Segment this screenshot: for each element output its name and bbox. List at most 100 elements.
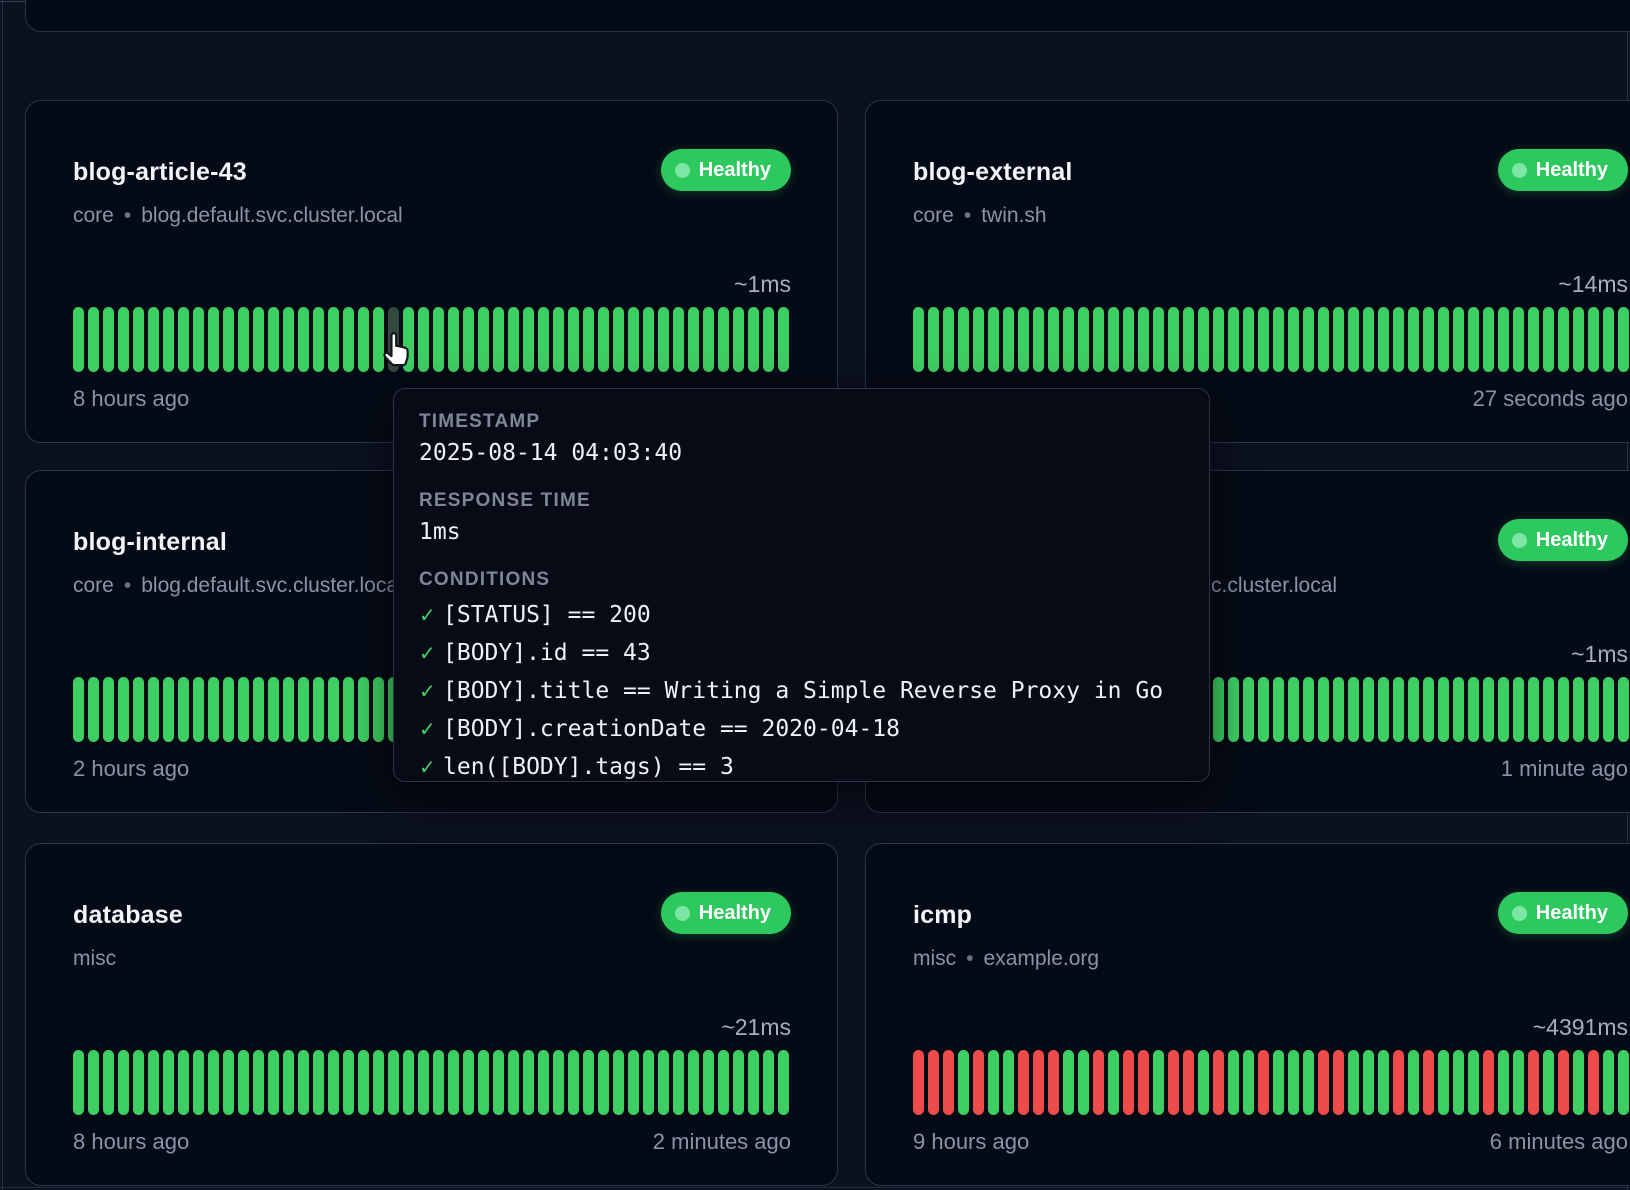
uptime-bar[interactable] [1588,1050,1599,1115]
uptime-bar[interactable] [1603,1050,1614,1115]
uptime-bar[interactable] [1483,1050,1494,1115]
uptime-bars[interactable] [73,307,789,372]
uptime-bar[interactable] [358,677,369,742]
uptime-bar[interactable] [1243,307,1254,372]
uptime-bar[interactable] [253,307,264,372]
uptime-bar[interactable] [703,1050,714,1115]
uptime-bar[interactable] [118,677,129,742]
uptime-bar[interactable] [1543,307,1554,372]
uptime-bar[interactable] [1138,1050,1149,1115]
uptime-bar[interactable] [973,1050,984,1115]
uptime-bar[interactable] [1228,307,1239,372]
uptime-bar[interactable] [103,307,114,372]
uptime-bar[interactable] [1588,677,1599,742]
uptime-bar[interactable] [1543,1050,1554,1115]
uptime-bar[interactable] [1348,307,1359,372]
uptime-bar[interactable] [148,1050,159,1115]
uptime-bar[interactable] [778,307,789,372]
uptime-bar[interactable] [388,1050,399,1115]
uptime-bar[interactable] [1363,307,1374,372]
uptime-bar[interactable] [568,307,579,372]
uptime-bar[interactable] [943,307,954,372]
uptime-bar[interactable] [1468,307,1479,372]
uptime-bar[interactable] [328,677,339,742]
uptime-bar[interactable] [313,677,324,742]
uptime-bar[interactable] [628,307,639,372]
uptime-bar[interactable] [1453,1050,1464,1115]
uptime-bar[interactable] [1453,677,1464,742]
uptime-bar[interactable] [1453,307,1464,372]
uptime-bar[interactable] [298,677,309,742]
uptime-bar[interactable] [1063,307,1074,372]
uptime-bar[interactable] [1078,1050,1089,1115]
uptime-bar[interactable] [1303,677,1314,742]
service-card-database[interactable]: database Healthy misc ~21ms 8 hours ago … [25,843,838,1186]
uptime-bar[interactable] [133,1050,144,1115]
uptime-bar[interactable] [1378,307,1389,372]
uptime-bar[interactable] [1378,677,1389,742]
uptime-bar[interactable] [343,677,354,742]
uptime-bar[interactable] [193,677,204,742]
uptime-bar[interactable] [1288,1050,1299,1115]
uptime-bar[interactable] [463,307,474,372]
uptime-bar[interactable] [223,307,234,372]
uptime-bar[interactable] [1513,1050,1524,1115]
uptime-bar[interactable] [1333,677,1344,742]
uptime-bar[interactable] [1093,1050,1104,1115]
uptime-bar[interactable] [1318,1050,1329,1115]
uptime-bar[interactable] [1273,307,1284,372]
uptime-bar[interactable] [673,1050,684,1115]
uptime-bar[interactable] [1183,1050,1194,1115]
uptime-bar[interactable] [1513,307,1524,372]
uptime-bar[interactable] [688,307,699,372]
uptime-bar[interactable] [1558,677,1569,742]
uptime-bar[interactable] [1213,307,1224,372]
uptime-bar[interactable] [343,1050,354,1115]
uptime-bar[interactable] [1498,1050,1509,1115]
uptime-bar[interactable] [478,1050,489,1115]
uptime-bar[interactable] [1393,677,1404,742]
uptime-bar[interactable] [298,1050,309,1115]
uptime-bar[interactable] [1363,1050,1374,1115]
uptime-bar[interactable] [568,1050,579,1115]
uptime-bar[interactable] [493,1050,504,1115]
uptime-bar[interactable] [178,307,189,372]
uptime-bar[interactable] [358,1050,369,1115]
uptime-bar[interactable] [1018,307,1029,372]
uptime-bar[interactable] [583,1050,594,1115]
uptime-bar[interactable] [1213,677,1224,742]
uptime-bar[interactable] [553,1050,564,1115]
uptime-bar[interactable] [1498,677,1509,742]
uptime-bar[interactable] [1138,307,1149,372]
uptime-bar[interactable] [178,677,189,742]
uptime-bar[interactable] [1078,307,1089,372]
uptime-bar[interactable] [418,1050,429,1115]
uptime-bar[interactable] [433,307,444,372]
uptime-bar[interactable] [763,307,774,372]
uptime-bar[interactable] [88,1050,99,1115]
uptime-bar[interactable] [1498,307,1509,372]
uptime-bar[interactable] [1423,677,1434,742]
uptime-bar[interactable] [1603,677,1614,742]
uptime-bar[interactable] [1258,1050,1269,1115]
uptime-bar[interactable] [208,307,219,372]
uptime-bar[interactable] [1438,307,1449,372]
uptime-bar[interactable] [1573,1050,1584,1115]
uptime-bar[interactable] [1048,1050,1059,1115]
uptime-bar[interactable] [1063,1050,1074,1115]
uptime-bar[interactable] [1528,1050,1539,1115]
uptime-bar[interactable] [1018,1050,1029,1115]
uptime-bar[interactable] [1348,1050,1359,1115]
uptime-bar[interactable] [1303,1050,1314,1115]
uptime-bars[interactable] [913,307,1629,372]
uptime-bar[interactable] [1243,1050,1254,1115]
uptime-bar[interactable] [628,1050,639,1115]
uptime-bar[interactable] [688,1050,699,1115]
uptime-bar[interactable] [1558,1050,1569,1115]
uptime-bar[interactable] [598,1050,609,1115]
uptime-bar[interactable] [283,307,294,372]
uptime-bar[interactable] [1003,1050,1014,1115]
uptime-bar[interactable] [223,677,234,742]
uptime-bar[interactable] [208,1050,219,1115]
uptime-bar[interactable] [1543,677,1554,742]
